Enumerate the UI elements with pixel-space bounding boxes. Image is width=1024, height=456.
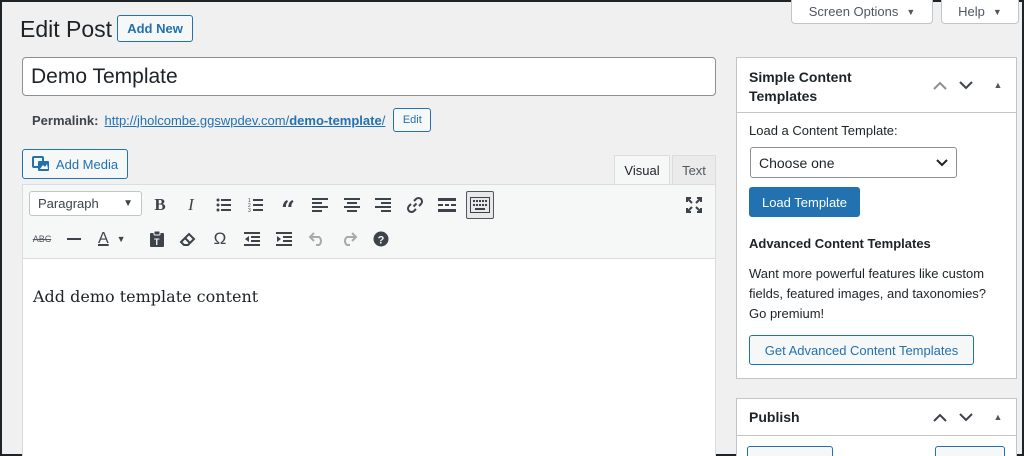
chevron-down-icon: [936, 158, 948, 166]
svg-text:T: T: [154, 237, 160, 247]
advanced-text-line: fields, featured images, and taxonomies?: [749, 286, 987, 301]
clear-formatting-icon[interactable]: [175, 226, 201, 252]
add-media-button[interactable]: Add Media: [22, 149, 128, 179]
paragraph-format-select[interactable]: Paragraph ▼: [29, 191, 142, 216]
numbered-list-icon[interactable]: 123: [243, 192, 269, 218]
permalink-slug: demo-template: [289, 112, 382, 128]
move-up-icon[interactable]: [930, 407, 950, 427]
preview-button[interactable]: [935, 446, 1005, 456]
paste-as-text-icon[interactable]: T: [144, 226, 170, 252]
move-down-icon[interactable]: [956, 407, 976, 427]
tab-text[interactable]: Text: [672, 155, 716, 184]
permalink-trailing: /: [381, 112, 386, 128]
box-header: Publish ▲: [737, 399, 1016, 436]
add-media-label: Add Media: [55, 156, 119, 172]
post-title-input[interactable]: [22, 57, 716, 96]
load-template-button[interactable]: Load Template: [749, 187, 860, 217]
help-tab[interactable]: Help ▼: [941, 0, 1019, 24]
triangle-down-icon: ▼: [123, 198, 133, 209]
horizontal-line-icon[interactable]: [61, 226, 87, 252]
advanced-text-line: Go premium!: [749, 306, 825, 321]
fullscreen-icon[interactable]: [681, 192, 707, 218]
indent-icon[interactable]: [271, 226, 297, 252]
publish-box: Publish ▲: [736, 398, 1017, 456]
italic-icon[interactable]: I: [178, 192, 204, 218]
simple-content-templates-box: Simple Content Templates ▲ Load a Conten…: [736, 57, 1017, 379]
editor-content[interactable]: Add demo template content: [33, 287, 258, 306]
template-select-value: Choose one: [759, 154, 835, 171]
add-new-button[interactable]: Add New: [117, 15, 193, 42]
move-up-icon[interactable]: [930, 75, 950, 95]
save-draft-button[interactable]: [747, 446, 833, 456]
permalink-base: http://jholcombe.ggswpdev.com/: [104, 112, 290, 128]
edit-permalink-button[interactable]: Edit: [393, 108, 432, 132]
help-label: Help: [958, 4, 985, 19]
align-center-icon[interactable]: [339, 192, 365, 218]
permalink-link[interactable]: http://jholcombe.ggswpdev.com/demo-templ…: [104, 113, 385, 128]
bold-icon[interactable]: B: [147, 192, 173, 218]
collapse-toggle-icon[interactable]: ▲: [988, 407, 1008, 427]
help-icon[interactable]: ?: [368, 226, 394, 252]
tab-visual[interactable]: Visual: [614, 155, 670, 184]
align-right-icon[interactable]: [370, 192, 396, 218]
get-advanced-templates-button[interactable]: Get Advanced Content Templates: [749, 335, 974, 365]
triangle-down-icon: ▼: [992, 6, 1002, 17]
triangle-down-icon: ▼: [906, 6, 916, 17]
strikethrough-icon[interactable]: ABC: [29, 226, 55, 252]
svg-text:?: ?: [378, 235, 385, 247]
outdent-icon[interactable]: [239, 226, 265, 252]
align-left-icon[interactable]: [307, 192, 333, 218]
text-color-icon[interactable]: A ▼: [93, 226, 137, 252]
format-select-value: Paragraph: [38, 196, 99, 211]
box-title: Simple Content Templates: [749, 69, 852, 104]
editor-toolbar: Paragraph ▼ B I 123 “ ABC A ▼ T Ω ?: [23, 185, 715, 259]
advanced-text-line: Want more powerful features like custom: [749, 266, 985, 281]
screen-options-tab[interactable]: Screen Options ▼: [791, 0, 933, 24]
screen-options-label: Screen Options: [808, 4, 899, 19]
load-template-label: Load a Content Template:: [749, 123, 898, 138]
link-icon[interactable]: [402, 192, 428, 218]
undo-icon[interactable]: [304, 226, 330, 252]
redo-icon[interactable]: [336, 226, 362, 252]
media-icon: [31, 156, 49, 171]
special-character-icon[interactable]: Ω: [207, 226, 233, 252]
permalink-row: Permalink: http://jholcombe.ggswpdev.com…: [32, 108, 432, 132]
advanced-heading: Advanced Content Templates: [749, 236, 931, 251]
publish-title: Publish: [749, 409, 800, 425]
post-editor: Paragraph ▼ B I 123 “ ABC A ▼ T Ω ? Add …: [22, 184, 716, 456]
toolbar-toggle-icon[interactable]: [466, 191, 494, 219]
move-down-icon[interactable]: [956, 75, 976, 95]
permalink-label: Permalink:: [32, 112, 99, 128]
bulleted-list-icon[interactable]: [211, 192, 237, 218]
box-header: Simple Content Templates ▲: [737, 58, 1016, 113]
blockquote-icon[interactable]: “: [275, 192, 301, 224]
collapse-toggle-icon[interactable]: ▲: [988, 75, 1008, 95]
read-more-icon[interactable]: [434, 192, 460, 218]
triangle-down-icon: ▼: [116, 234, 126, 244]
template-select[interactable]: Choose one: [750, 147, 957, 178]
page-title: Edit Post: [20, 16, 113, 42]
advanced-description: Want more powerful features like custom …: [749, 264, 1014, 324]
svg-text:3: 3: [248, 208, 251, 212]
